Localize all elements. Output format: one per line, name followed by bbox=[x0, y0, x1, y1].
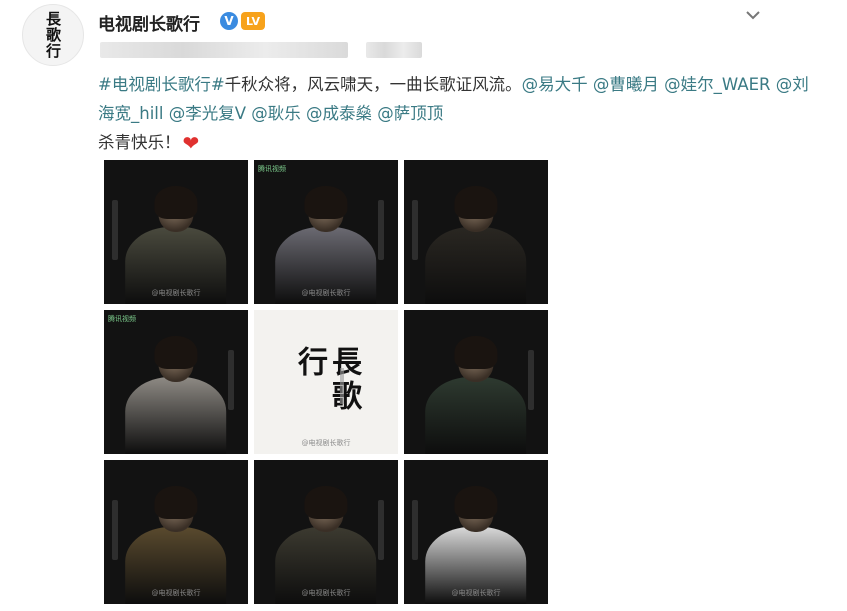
weibo-watermark: @电视剧长歌行 bbox=[301, 439, 351, 447]
post-last-line: 杀青快乐！ bbox=[98, 133, 181, 152]
character-figure bbox=[425, 335, 527, 454]
vertical-caption-mark bbox=[112, 200, 118, 260]
image-thumbnail[interactable]: @电视剧长歌行 bbox=[104, 460, 248, 604]
vertical-caption-mark bbox=[228, 350, 234, 410]
figure-hair bbox=[154, 335, 198, 369]
image-thumbnail[interactable] bbox=[404, 310, 548, 454]
figure-body bbox=[125, 377, 227, 454]
image-thumbnail[interactable]: @电视剧长歌行 bbox=[254, 460, 398, 604]
avatar-calligraphy: 長歌行 bbox=[44, 11, 62, 59]
image-thumbnail[interactable] bbox=[404, 160, 548, 304]
username-link[interactable]: 电视剧长歌行 bbox=[98, 10, 200, 35]
verified-badge-icon[interactable]: V bbox=[220, 12, 238, 30]
mention-link[interactable]: @耿乐 bbox=[251, 104, 301, 123]
figure-body bbox=[425, 227, 527, 304]
post-text-fragment: 千秋众将，风云啸天，一曲长歌证风流。 bbox=[224, 75, 522, 94]
mention-link[interactable]: @娃尔_WAER bbox=[664, 75, 770, 94]
weibo-watermark: @电视剧长歌行 bbox=[451, 589, 501, 597]
vertical-caption-mark bbox=[412, 200, 418, 260]
poster-title-calligraphy: 長歌行 bbox=[292, 346, 361, 414]
image-thumbnail[interactable]: @电视剧长歌行 bbox=[104, 160, 248, 304]
figure-hair bbox=[454, 485, 498, 519]
image-thumbnail[interactable]: 腾讯视频 bbox=[104, 310, 248, 454]
figure-hair bbox=[304, 185, 348, 219]
figure-hair bbox=[304, 485, 348, 519]
heart-icon: ❤ bbox=[182, 131, 200, 155]
image-grid: @电视剧长歌行 腾讯视频 @电视剧长歌行 腾讯视频 長歌行 @电视剧长歌行 @电视剧长歌行 @… bbox=[104, 160, 548, 611]
image-thumbnail[interactable]: 腾讯视频 @电视剧长歌行 bbox=[254, 160, 398, 304]
weibo-watermark: @电视剧长歌行 bbox=[301, 289, 351, 297]
post-text: #电视剧长歌行#千秋众将，风云啸天，一曲长歌证风流。@易大千 @曹曦月 @娃尔_… bbox=[98, 70, 818, 158]
weibo-watermark: @电视剧长歌行 bbox=[151, 589, 201, 597]
character-figure bbox=[125, 335, 227, 454]
character-figure bbox=[425, 185, 527, 304]
post-text-segments: #电视剧长歌行#千秋众将，风云啸天，一曲长歌证风流。@易大千 @曹曦月 @娃尔_… bbox=[98, 75, 809, 123]
level-badge-icon[interactable]: LV bbox=[241, 12, 265, 30]
avatar[interactable]: 長歌行 bbox=[22, 4, 84, 66]
mention-link[interactable]: @李光复V bbox=[169, 104, 246, 123]
mention-link[interactable]: @成泰燊 bbox=[306, 104, 372, 123]
tencent-video-logo: 腾讯视频 bbox=[258, 165, 286, 173]
mention-link[interactable]: @萨顶顶 bbox=[377, 104, 443, 123]
chevron-down-icon[interactable] bbox=[740, 4, 766, 26]
figure-hair bbox=[154, 185, 198, 219]
poster-subtitle-mark bbox=[340, 367, 345, 404]
vertical-caption-mark bbox=[412, 500, 418, 560]
blurred-meta-1 bbox=[100, 42, 348, 58]
mention-link[interactable]: @易大千 bbox=[522, 75, 588, 94]
weibo-watermark: @电视剧长歌行 bbox=[301, 589, 351, 597]
mention-link[interactable]: @曹曦月 bbox=[593, 75, 659, 94]
figure-hair bbox=[454, 335, 498, 369]
vertical-caption-mark bbox=[378, 500, 384, 560]
hashtag-link[interactable]: #电视剧长歌行# bbox=[98, 75, 225, 94]
blurred-meta-2 bbox=[366, 42, 422, 58]
image-thumbnail[interactable]: @电视剧长歌行 bbox=[404, 460, 548, 604]
vertical-caption-mark bbox=[112, 500, 118, 560]
weibo-watermark: @电视剧长歌行 bbox=[151, 289, 201, 297]
figure-hair bbox=[454, 185, 498, 219]
image-thumbnail[interactable]: 長歌行 @电视剧长歌行 bbox=[254, 310, 398, 454]
figure-body bbox=[425, 377, 527, 454]
tencent-video-logo: 腾讯视频 bbox=[108, 315, 136, 323]
figure-hair bbox=[154, 485, 198, 519]
vertical-caption-mark bbox=[378, 200, 384, 260]
vertical-caption-mark bbox=[528, 350, 534, 410]
